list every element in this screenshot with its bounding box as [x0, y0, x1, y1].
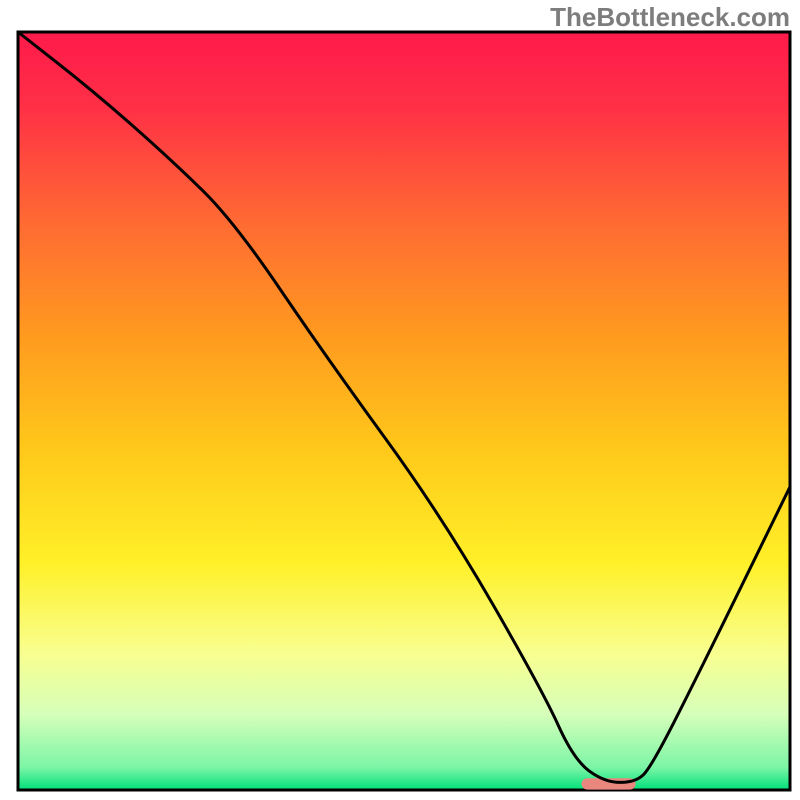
gradient-background	[18, 32, 790, 790]
bottleneck-chart	[0, 0, 800, 800]
plot-area	[18, 32, 790, 790]
chart-stage: TheBottleneck.com	[0, 0, 800, 800]
